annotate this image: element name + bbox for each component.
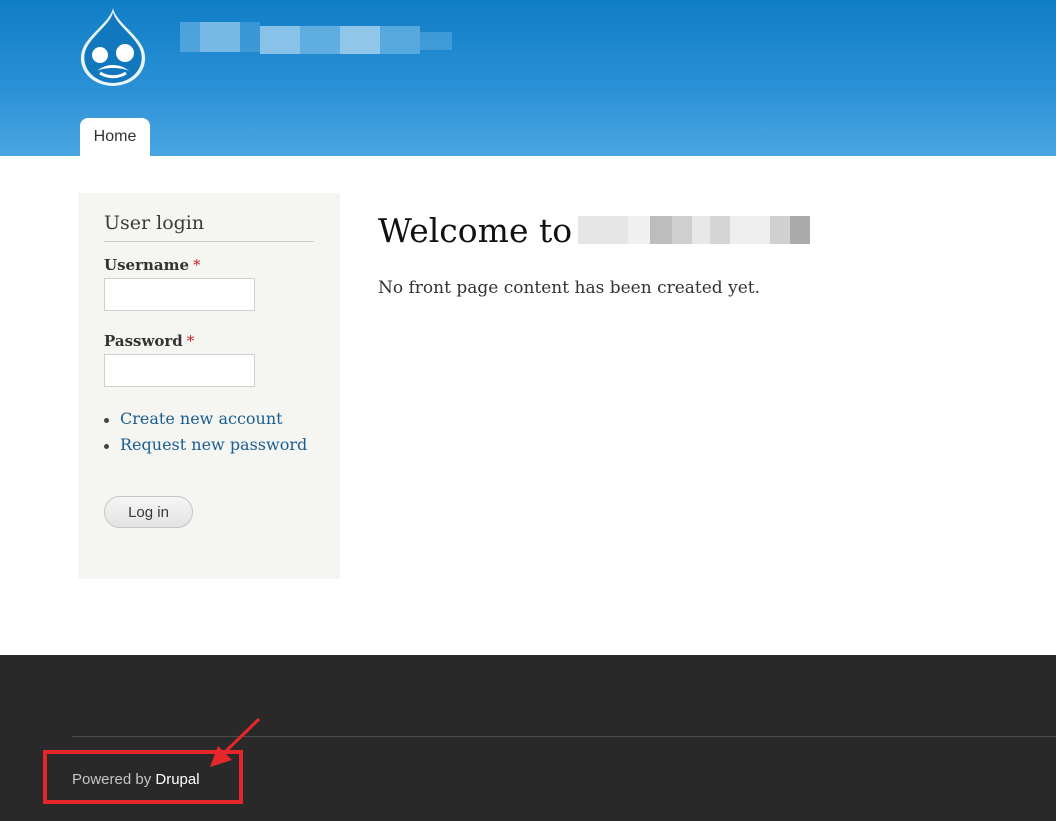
request-password-link[interactable]: Request new password	[120, 435, 307, 454]
create-account-link[interactable]: Create new account	[120, 409, 283, 428]
front-page-message: No front page content has been created y…	[378, 278, 760, 298]
password-label: Password *	[104, 332, 195, 350]
password-field[interactable]	[104, 354, 255, 387]
login-block-title: User login	[104, 212, 205, 234]
user-login-block: User login Username * Password * Create ne…	[78, 193, 340, 579]
site-footer: Powered by Drupal	[0, 655, 1056, 821]
title-divider	[104, 241, 314, 242]
drupal-logo-icon[interactable]	[76, 6, 150, 88]
list-item: Create new account	[104, 409, 307, 435]
page-title-text: Welcome to	[378, 210, 573, 250]
site-name-blurred	[578, 216, 811, 244]
log-in-button[interactable]: Log in	[104, 496, 193, 528]
annotation-arrow-icon	[210, 717, 261, 767]
site-name-blurred	[180, 22, 452, 54]
login-links: Create new account Request new password	[104, 409, 307, 461]
site-header: Home	[0, 0, 1056, 156]
page-title: Welcome to	[378, 210, 811, 250]
nav-tab-home[interactable]: Home	[80, 118, 150, 156]
list-item: Request new password	[104, 435, 307, 461]
required-marker: *	[193, 256, 201, 274]
required-marker: *	[186, 332, 195, 350]
username-label: Username *	[104, 256, 201, 274]
username-field[interactable]	[104, 278, 255, 311]
